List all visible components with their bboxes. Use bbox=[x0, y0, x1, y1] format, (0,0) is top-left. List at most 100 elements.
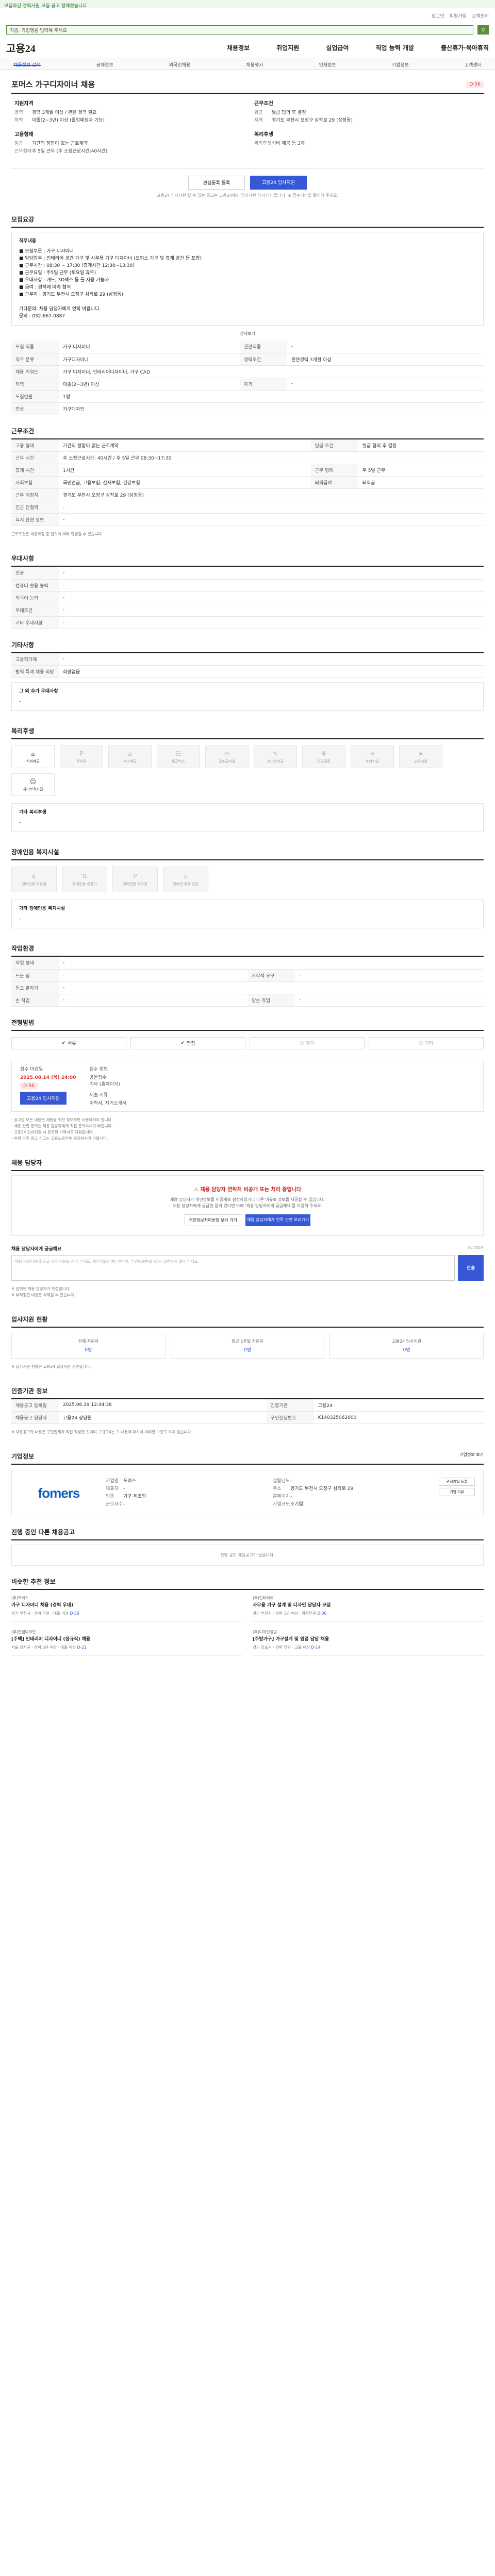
table-value: 희망없음 bbox=[59, 665, 484, 678]
table-value: - bbox=[295, 994, 484, 1007]
company-more-link[interactable]: 기업정보 보기 bbox=[459, 1452, 484, 1461]
table-value: 가구디자이너 bbox=[59, 353, 240, 366]
table-key: 드는 힘 bbox=[11, 969, 59, 982]
rec-company: (주)인터리어 bbox=[253, 1596, 274, 1600]
gnb-item-training[interactable]: 직업 능력 개발 bbox=[376, 43, 415, 52]
table-row: 직무 분류 가구디자이너 경력조건 관련경력 3개월 이상 bbox=[11, 353, 484, 366]
rec-dday: D-14 bbox=[311, 1645, 321, 1650]
process-notes: - 공고상 모든 내용은 채용을 위한 정보로만 사용하셔야 합니다. - 채용 … bbox=[11, 1112, 484, 1147]
apply-method-value: 기타 (홈페이지) bbox=[89, 1081, 120, 1087]
rec-item[interactable]: (주)포머스 가구 디자이너 채용 (경력 우대) 경기 부천시 · 경력 무관 ·… bbox=[11, 1595, 242, 1622]
company-col: 설립년도 - 주소 경기도 부천시 오정구 삼작로 29 홈페이지 - 기업규모 소기업 bbox=[273, 1478, 431, 1509]
welfare-card: ☕ 식비제공 bbox=[11, 745, 55, 768]
gnb-item-jobs[interactable]: 채용정보 bbox=[227, 43, 250, 52]
company-follow-button[interactable]: 관심기업 등록 bbox=[439, 1478, 475, 1486]
summary-key: 임금 bbox=[14, 141, 23, 146]
company-review-button[interactable]: 기업 리뷰 bbox=[439, 1488, 475, 1496]
table-key: 채용공고 등록일 bbox=[11, 1399, 59, 1412]
rec-item[interactable]: (주)디자인공방 [주방가구] 가구설계 및 영업 담당 채용 경기 김포시 · 경… bbox=[253, 1629, 484, 1656]
company-key: 주소 bbox=[273, 1486, 282, 1492]
subnav-item[interactable]: 기업정보 bbox=[392, 61, 409, 68]
more-toggle[interactable]: 상세보기 bbox=[11, 330, 484, 341]
company-key: 대표자 bbox=[106, 1486, 119, 1492]
rec-meta-text: 경기 부천시 · 경력 1년 이상 · 학력무관 bbox=[253, 1611, 318, 1616]
manager-text: 채용 담당자에게 궁금한 점이 있다면 아래 '채용 담당자에게 궁금해요'를 … bbox=[173, 1203, 322, 1208]
job-desc-line: ■ 근무시간 : 08:30 ~ 17:30 (휴게시간 12:30~13:30… bbox=[19, 263, 135, 268]
interest-button[interactable]: 관심등록 등록 bbox=[188, 176, 245, 190]
table-value: 1명 bbox=[59, 390, 484, 403]
table-value: 대졸(2~3년) 이상 bbox=[59, 378, 240, 391]
qa-submit-button[interactable]: 전송 bbox=[458, 1255, 484, 1281]
login-link[interactable]: 로그인 bbox=[432, 12, 444, 19]
subnav-item[interactable]: 채용정보 검색 bbox=[13, 61, 41, 68]
table-row: 모집인원 1명 bbox=[11, 390, 484, 403]
other-empty: 진행 중인 채용공고가 없습니다. bbox=[11, 1545, 484, 1566]
qa-textarea[interactable]: 채용 담당자에게 묻고 싶은 내용을 적어 주세요. 개인정보(이름, 연락처,… bbox=[11, 1255, 455, 1281]
section-title: 우대사항 bbox=[11, 554, 484, 567]
welfare-etc-box: 기타 복리후생 - bbox=[11, 803, 484, 832]
subnav-item[interactable]: 외국인채용 bbox=[169, 61, 190, 68]
subnav-item[interactable]: 공채정보 bbox=[96, 61, 113, 68]
welfare-card: ☷ 통근버스 bbox=[157, 745, 200, 768]
table-value: 국민연금, 고용보험, 산재보험, 건강보험 bbox=[59, 476, 311, 489]
disability-label: 장애인 휴게 공간 bbox=[173, 882, 199, 886]
job-desc-line: ■ 우대사항 : 캐드, 3D맥스 등 툴 사용 가능자 bbox=[19, 278, 109, 283]
rec-meta: 서울 강서구 · 경력 3년 이상 · 대졸 이상 D-21 bbox=[11, 1645, 242, 1650]
table-row: 컴퓨터 활용 능력 - bbox=[11, 579, 484, 592]
process-method: ✔ 서류 bbox=[11, 1037, 126, 1049]
subnav-item[interactable]: 고객센터 bbox=[465, 61, 482, 68]
welfare-grid: ☕ 식비제공 P 주차장 ⌂ 숙소제공 ☷ 통근버스 ✉ 경조금지원 ✎ 자녀학자금 ✚ 건강검진 ☀ 휴가지… bbox=[11, 739, 484, 799]
rec-item[interactable]: (주)인터리어 사무용 가구 설계 및 디자인 담당자 모집 경기 부천시 · 경력… bbox=[253, 1595, 484, 1622]
summary-row: 학력 대졸(2~3년) 이상 (졸업예정자 가능) bbox=[14, 117, 241, 125]
disability-label: 장애인용 화장실 bbox=[22, 882, 46, 886]
job-desc-line: 기타문의: 채용 담당자에게 연락 바랍니다. bbox=[19, 307, 101, 312]
table-row: 병역 특례 채용 희망 희망없음 bbox=[11, 665, 484, 678]
action-row: 관심등록 등록 고용24 입사지원 bbox=[11, 168, 484, 193]
company-value: - bbox=[290, 1479, 292, 1484]
apply-button[interactable]: 고용24 입사지원 bbox=[250, 176, 307, 190]
status-card: 전체 지원자 0명 bbox=[11, 1332, 166, 1359]
table-key: 근무 시간 bbox=[11, 451, 59, 464]
section-title: 기타사항 bbox=[11, 640, 484, 653]
job-desc-line: ■ 근무지 : 경기도 부천시 오정구 삼작로 29 (삼정동) bbox=[19, 292, 123, 297]
rec-item[interactable]: (주)한샘디자인 [주택] 인테리어 디자이너 (정규직) 채용 서울 강서구 · … bbox=[11, 1629, 242, 1656]
site-logo[interactable]: 고용24 bbox=[6, 40, 36, 55]
table-key: 듣고 말하기 bbox=[11, 981, 59, 994]
qa-title: 채용 담당자에게 궁금해요 bbox=[11, 1246, 62, 1252]
search-input[interactable]: 직종, 기업명을 입력해 주세요 bbox=[6, 25, 473, 35]
subnav-item[interactable]: 인재정보 bbox=[319, 61, 336, 68]
privacy-button[interactable]: 개인정보처리방침 보러 가기 bbox=[185, 1214, 241, 1226]
contact-button[interactable]: 채용 담당자에게 연락 관련 보러가기 bbox=[245, 1214, 310, 1226]
help-link[interactable]: 고객센터 bbox=[472, 12, 489, 19]
apply-method-title: 접수 방법 bbox=[89, 1066, 108, 1072]
table-value: 고용24 bbox=[314, 1399, 484, 1412]
summary-value: 주 5일 근무 (주 소정근로시간:40시간) bbox=[32, 149, 108, 154]
job-desc-title: 직무내용 bbox=[19, 239, 37, 244]
gnb-item-leave[interactable]: 출산휴가·육아휴직 bbox=[441, 43, 489, 52]
gnb-menu: 채용정보 취업지원 실업급여 직업 능력 개발 출산휴가·육아휴직 bbox=[227, 43, 489, 52]
table-value: - bbox=[59, 969, 248, 982]
subnav-item[interactable]: 채용행사 bbox=[246, 61, 263, 68]
disability-card: ⌂ 장애인 휴게 공간 bbox=[163, 867, 208, 892]
process-method-label: 기타 bbox=[425, 1041, 434, 1046]
check-icon: ✔ bbox=[61, 1040, 65, 1046]
detail-section: 모집요강 직무내용 ■ 모집부문 : 가구 디자이너 ■ 담당업무 : 인테리어 … bbox=[11, 204, 484, 415]
company-key: 업종 bbox=[106, 1494, 114, 1499]
welfare-label: 통근버스 bbox=[172, 759, 185, 764]
signup-link[interactable]: 회원가입 bbox=[450, 12, 467, 19]
gnb-item-unemployment[interactable]: 실업급여 bbox=[326, 43, 349, 52]
page-title: 포머스 가구디자이너 채용 bbox=[11, 80, 95, 89]
search-icon[interactable]: ⚲ bbox=[477, 25, 489, 35]
lounge-icon: ⌂ bbox=[184, 872, 188, 880]
gnb-item-support[interactable]: 취업지원 bbox=[276, 43, 299, 52]
apply-deadline-title: 접수 마감일 bbox=[20, 1066, 43, 1072]
company-value: 포머스 bbox=[123, 1479, 136, 1484]
table-key: 관련직종 bbox=[239, 341, 287, 353]
job-desc-line: ■ 근무요일 : 주5일 근무 (토요일 휴무) bbox=[19, 270, 96, 276]
table-key: 인근 전철역 bbox=[11, 501, 59, 514]
recruit-note: ※ 채용공고의 내용은 구인업체가 직접 작성한 것이며, 고용24는 그 내용… bbox=[11, 1430, 192, 1434]
summary-key: 근무형태 bbox=[14, 149, 32, 154]
apply-button-2[interactable]: 고용24 입사지원 bbox=[20, 1091, 67, 1105]
summary-value: 대졸(2~3년) 이상 (졸업예정자 가능) bbox=[32, 118, 105, 123]
rec-company: (주)포머스 bbox=[11, 1596, 29, 1600]
